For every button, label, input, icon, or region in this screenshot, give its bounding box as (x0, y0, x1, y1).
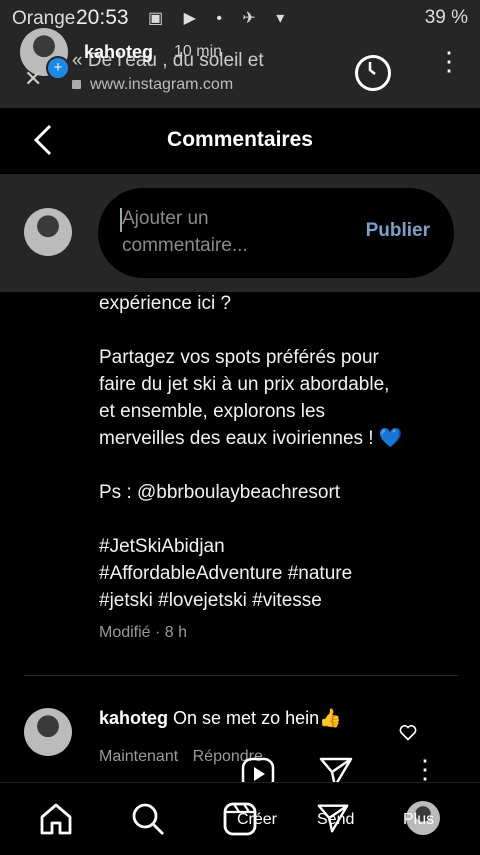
comments-header: Commentaires (0, 108, 480, 174)
carrier-label: Orange (12, 8, 76, 29)
search-icon[interactable] (130, 801, 166, 837)
history-icon[interactable] (355, 55, 391, 91)
blue-heart-emoji: 💙 (378, 428, 403, 449)
battery-level: 39 % (424, 7, 468, 28)
hashtag-line[interactable]: #JetSkiAbidjan (99, 533, 459, 560)
comment-input[interactable]: Ajouter un commentaire... Publier (98, 188, 454, 278)
caption-line: merveilles des eaux ivoiriennes ! (99, 428, 374, 449)
placeholder-line-2: commentaire... (122, 235, 248, 256)
header-title: Commentaires (167, 128, 313, 151)
bottom-nav: Créer Send Plus (0, 782, 480, 855)
caption-line-with-emoji: merveilles des eaux ivoiriennes ! 💙 (99, 425, 459, 452)
comment-composer: Ajouter un commentaire... Publier (0, 174, 480, 292)
status-time: 20:53 (76, 6, 129, 29)
send-label[interactable]: Send (317, 811, 354, 829)
comment-text: On se met zo hein👍 (173, 708, 342, 728)
page-url[interactable]: www.instagram.com (90, 76, 233, 94)
status-notification-icons: ▣ ▶ • ✈ ▾ (148, 10, 293, 27)
caption-line: Partagez vos spots préférés pour (99, 347, 379, 368)
caption-line: faire du jet ski à un prix abordable, (99, 374, 390, 395)
comment-avatar[interactable] (24, 708, 72, 756)
divider (24, 675, 458, 676)
browser-url-bar: + ✕ kahoteg 10 min « De l'eau , du solei… (0, 28, 480, 109)
caption-line: expérience ici ? (99, 293, 232, 314)
comment-username[interactable]: kahoteg (99, 708, 168, 728)
my-avatar (24, 208, 72, 256)
placeholder-line-1: Ajouter un (122, 208, 209, 229)
more-menu-icon[interactable]: ⋮ (436, 48, 462, 74)
heart-icon[interactable] (398, 722, 418, 742)
status-bar: Orange 20:53 ▣ ▶ • ✈ ▾ 39 % (0, 0, 480, 36)
lock-icon (72, 80, 81, 89)
overlay-more-icon[interactable]: ⋮ (412, 754, 438, 785)
page-title: « De l'eau , du soleil et (72, 50, 264, 71)
add-story-icon[interactable]: + (46, 56, 70, 80)
hashtag-line[interactable]: #jetski #lovejetski #vitesse (99, 587, 459, 614)
publish-button[interactable]: Publier (366, 220, 430, 242)
more-label[interactable]: Plus (403, 811, 434, 829)
modified-timestamp: Modifié · 8 h (99, 624, 188, 641)
create-label[interactable]: Créer (237, 811, 277, 829)
caption-mention[interactable]: Ps : @bbrboulaybeachresort (99, 479, 459, 506)
comment-line: kahoteg On se met zo hein👍 (99, 708, 342, 729)
post-caption: expérience ici ? Partagez vos spots préf… (99, 290, 459, 614)
close-icon[interactable]: ✕ (24, 66, 42, 92)
home-icon[interactable] (38, 801, 74, 837)
hashtag-line[interactable]: #AffordableAdventure #nature (99, 560, 459, 587)
caption-line: et ensemble, explorons les (99, 401, 326, 422)
